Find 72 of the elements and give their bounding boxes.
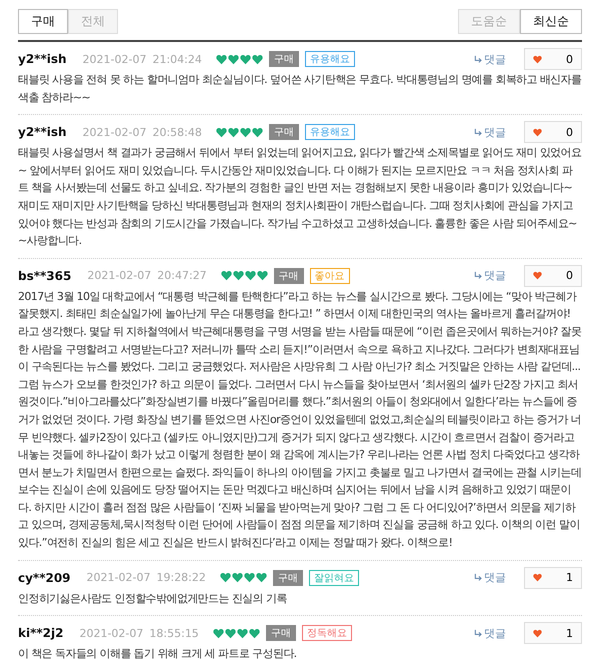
heart-icon (228, 54, 239, 64)
purchase-label: 구매 (266, 625, 296, 642)
user-id: bs**365 (18, 268, 72, 283)
heart-icon (220, 270, 232, 282)
heart-icon (216, 126, 227, 138)
review-text: 이 책은 독자들의 이해를 돕기 위해 크게 세 파트로 구성된다. (18, 646, 298, 660)
review-tag: 유용해요 (304, 124, 355, 140)
heart-icon (533, 573, 542, 582)
review-date: 2021-02-07 (79, 626, 144, 640)
like-button[interactable]: 1 (524, 566, 582, 589)
reply-arrow-icon (474, 128, 483, 137)
heart-icon (244, 270, 256, 282)
review-date: 2021-02-07 (86, 571, 150, 584)
heart-icon (232, 572, 243, 584)
heart-icon (224, 628, 236, 639)
review-text: 태블릿 사용설명서 책 결과가 궁금해서 뒤에서 부터 읽었는데 읽어지고요, 읽다가 빨간색 소제목별로 읽어도 재미 있었어요~ 앞에서부터 읽어도 재미 있었습니다. 두시간동안 재미있었습니다. 다 이해가 된지는 모르지만요 ㅋㅋ 처음 정치사회 파트 책을 사서봤는데 선물도 하고 싶네요. 작가분의 경험한 글인 반면 저는 경험해보지 못한 내용이라 흥미가 있었습니다~ 재미도 재미지만 사기탄핵을 당하신 박대통령님과 현재의 정치사회판이 개탄스럽습니다. 그때 정치사회에 관심을 가지고 있어야 했다는 반성과 참회의 기도시간을 가졌습니다. 작가님 수고하셨고 고생하셨습니다. 훌륭한 좋은 사람 되어주세요~~사랑합니다. (18, 145, 582, 250)
heart-icon (252, 54, 263, 64)
like-button[interactable]: 0 (524, 48, 582, 70)
purchase-label: 구매 (274, 268, 304, 284)
reply-link[interactable]: 댓글 (474, 52, 506, 66)
heart-icon (244, 572, 255, 584)
review-tag: 정독해요 (302, 625, 352, 642)
review-text: 인정히기싫은사람도 인정할수밖에없게만드는 진실의 기록 (18, 590, 288, 607)
heart-icon (256, 572, 267, 584)
review-tag: 잘읽혀요 (308, 570, 359, 586)
like-button[interactable]: 0 (524, 264, 582, 287)
filter-tab[interactable]: 구매 (18, 9, 68, 34)
reply-link[interactable]: 댓글 (474, 626, 506, 641)
review-time: 21:04:24 (152, 52, 202, 66)
heart-icon (220, 572, 231, 584)
heart-icon (533, 54, 542, 64)
review-time: 18:55:15 (149, 626, 199, 640)
review-date: 2021-02-07 (82, 126, 146, 139)
heart-icon (236, 628, 248, 639)
reply-arrow-icon (474, 54, 483, 64)
heart-icon (212, 628, 224, 639)
purchase-label: 구매 (268, 124, 299, 140)
reply-link[interactable]: 댓글 (474, 268, 506, 284)
review-tag: 좋아요 (310, 268, 350, 284)
like-button[interactable]: 0 (524, 121, 582, 144)
reply-link[interactable]: 댓글 (474, 124, 506, 140)
review-tag: 유용해요 (304, 51, 355, 67)
review-text: 태블릿 사용을 전혀 못 하는 할머니엄마 최순실님이다. 덮어쓴 사기탄핵은 무효다. 박대통령님의 명예를 회복하고 배신자를 색출 참하라~~ (18, 72, 582, 106)
heart-icon (533, 271, 542, 280)
review-date: 2021-02-07 (82, 52, 146, 66)
reply-arrow-icon (474, 271, 483, 280)
heart-icon (232, 270, 244, 282)
reply-link[interactable]: 댓글 (474, 570, 506, 586)
heart-icon (533, 628, 542, 638)
reply-arrow-icon (474, 628, 483, 638)
heart-icon (533, 128, 542, 137)
purchase-label: 구매 (268, 51, 299, 67)
heart-icon (240, 126, 251, 138)
user-id: y2**ish (18, 125, 67, 140)
review-time: 20:47:27 (157, 269, 207, 282)
heart-icon (248, 628, 260, 639)
review-date: 2021-02-07 (87, 269, 152, 282)
review-time: 19:28:22 (156, 571, 206, 584)
heart-icon (216, 54, 227, 64)
heart-icon (240, 54, 251, 64)
heart-icon (228, 126, 239, 138)
user-id: cy**209 (18, 570, 71, 585)
heart-icon (252, 126, 263, 138)
user-id: y2**ish (18, 52, 67, 66)
review-text: 2017년 3월 10일 대학교에서 “대통령 박근혜를 탄핵한다”라고 하는 뉴스를 실시간으로 봤다. 그당시에는 “맞아 박근혜가 잘못했지. 최태민 최순실일가에 놀아난게 무슨 대통령을 한다고! ” 하면서 이제 대한민국의 역사는 올바르게 흘러갈꺼야! 라고 생각했다. 몇달 뒤 지하철역에서 박근혜대통령을 구명 서명을 받는 사람들 때문에 “이런 좁은곳에서 뭐하는거야? 잘못한 사람을 구명할려고 서명받는다고? 저러니까 틀딱 소리 듣지!”이러면서 속으로 욕하고 지나갔다. 그러다가 변희재대표님이 구속된다는 뉴스를 봤었다. 그리고 궁금했었다. 저사람은 사망유희 그 사람 아닌가? 최소 거짓말은 안하는 사람 같던데... 그럼 뉴스가 오보를 한것인가? 하고 의문이 들었다. 그러면서 다시 뉴스들을 찾아보면서 ‘최서원의 셀카 단2장 가지고 최서원것이다.”비아그라를샀다”화장실변기를 바꿨다”올림머리를 했다.”최서원의 아들이 청와대에서 일한다’라는 뉴스들에 증거가 없었던 것이다. 가령 화장실 변기를 뜯었으면 사진or증언이 있었을텐데 없었고,최순실의 테블릿이라고 하는 증거가 너무 빈약했다. 셀카2장이 있다고 (셀카도 아니였지만)그게 증거가 되지 않다고 생각했다. 시간이 흐르면서 검찰이 증거라고 내놓는 것들에 하나같이 화가 났고 이렇게 청렴한 분이 왜 감옥에 계시는가? 우리나라는 언론 사법 정치 다죽었다고 생각하면서 분노가 치밀면서 한편으로는 슬펐다. 좌익들이 하나의 아이템을 가지고 촛불로 밀고 나가면서 결국에는 관철 시키는데 보수는 진실이 손에 있음에도 당장 떨어지는 돈만 먹겠다고 배신하며 심지어는 뒤에서 남을 시켜 음해하고 있었기 때문이다. 하지만 시간이 흘러 점점 많은 사람들이 ‘진짜 뇌물을 받아먹는게 맞아? 그럼 그 돈 다 어디있어?’하면서 의문을 제기하고 있으며, 경제공동체,묵시적청탁 이런 단어에 사람들이 점점 의문을 제기하며 진실을 궁금해 하고 있다. 이책의 이런 말이 있다.”여전히 진실의 힘은 세고 진실은 반드시 밝혀진다’라고 이제는 정말 때가 왔다. 이책으로! (18, 288, 582, 552)
reply-arrow-icon (474, 573, 483, 582)
sort-tab[interactable]: 최신순 (520, 9, 582, 34)
user-id: ki**2j2 (18, 626, 64, 640)
like-button[interactable]: 1 (524, 622, 582, 644)
heart-icon (256, 270, 268, 282)
review-time: 20:58:48 (152, 126, 202, 139)
purchase-label: 구매 (272, 570, 303, 586)
